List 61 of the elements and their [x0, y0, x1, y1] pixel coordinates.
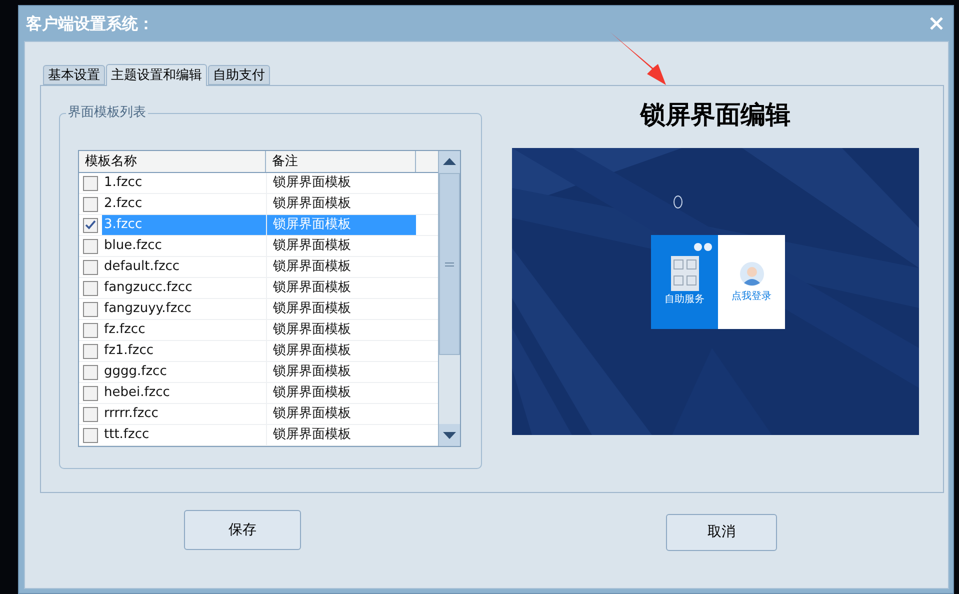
scrollbar-thumb[interactable]	[439, 173, 460, 355]
grip-icon	[445, 262, 454, 266]
checkbox[interactable]	[83, 386, 98, 400]
table-cell: 锁屏界面模板	[266, 341, 416, 361]
checkbox[interactable]	[83, 260, 98, 274]
checkbox[interactable]	[83, 364, 98, 380]
cancel-button[interactable]: 取消	[666, 514, 777, 551]
table-cell: 锁屏界面模板	[266, 278, 416, 298]
table-cell: 锁屏界面模板	[266, 425, 416, 445]
table-cell-text: rrrrr.fzcc	[103, 405, 160, 424]
table-cell-text: hebei.fzcc	[103, 384, 171, 402]
checkbox[interactable]	[83, 196, 98, 212]
preview-heading: 锁屏界面编辑	[640, 99, 790, 131]
tab[interactable]: 基本设置	[43, 65, 105, 85]
table-cell-text: default.fzcc	[103, 258, 181, 276]
save-button[interactable]: 保存	[184, 510, 301, 550]
table-cell-text: fangzuyy.fzcc	[103, 300, 192, 318]
checkbox[interactable]	[83, 176, 98, 190]
table-cell: 锁屏界面模板	[266, 299, 416, 319]
circle-icon	[694, 242, 702, 250]
table-cell: 锁屏界面模板	[266, 215, 416, 235]
avatar-icon	[740, 262, 764, 286]
table-cell: 锁屏界面模板	[266, 194, 416, 214]
qr-code-icon	[670, 256, 698, 290]
table-cell: 锁屏界面模板	[266, 257, 416, 277]
table-cell-text: blue.fzcc	[103, 237, 163, 256]
column-header[interactable]: 模板名称	[79, 151, 266, 172]
login-label: 点我登录	[732, 290, 772, 302]
table-cell-text: 1.fzcc	[103, 174, 144, 192]
checkbox[interactable]	[83, 280, 98, 296]
scrollbar[interactable]	[438, 151, 460, 446]
window-title: 客户端设置系统：	[26, 12, 154, 34]
table-cell-text: gggg.fzcc	[103, 363, 168, 382]
group-title: 界面模板列表	[66, 105, 148, 121]
checkbox[interactable]	[83, 302, 98, 316]
tab[interactable]: 自助支付	[208, 65, 270, 85]
checkbox[interactable]	[83, 218, 98, 232]
column-header[interactable]: 备注	[266, 151, 416, 172]
scroll-up-icon[interactable]	[439, 151, 460, 173]
checkbox[interactable]	[83, 344, 98, 358]
table-cell-text: 2.fzcc	[103, 195, 144, 214]
table-cell-text: fangzucc.fzcc	[103, 279, 194, 298]
table-cell: 锁屏界面模板	[266, 404, 416, 424]
table-cell: 锁屏界面模板	[266, 320, 416, 340]
circle-icon	[704, 242, 712, 250]
checkbox[interactable]	[83, 406, 98, 422]
table-cell: 锁屏界面模板	[266, 383, 416, 403]
table-cell: 3.fzcc	[102, 215, 266, 235]
table-cell-text: fz.fzcc	[103, 321, 146, 340]
table-cell-text: ttt.fzcc	[103, 426, 150, 444]
checkbox[interactable]	[83, 322, 98, 338]
self-service-label: 自助服务	[664, 294, 704, 306]
scroll-down-icon[interactable]	[439, 424, 460, 446]
table-cell: 锁屏界面模板	[266, 362, 416, 382]
checkbox[interactable]	[83, 428, 98, 442]
table-cell: 锁屏界面模板	[266, 173, 416, 193]
table-cell-text: fz1.fzcc	[103, 342, 154, 360]
close-icon[interactable]	[930, 17, 943, 30]
table-cell: 锁屏界面模板	[266, 236, 416, 256]
checkbox[interactable]	[83, 238, 98, 254]
tab[interactable]: 主题设置和编辑	[106, 64, 207, 86]
